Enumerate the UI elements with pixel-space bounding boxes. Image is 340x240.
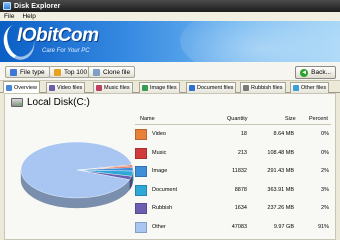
list-item[interactable]: Video 18 8.64 MB 0% [135, 127, 331, 142]
back-arrow-icon: ◄ [300, 68, 309, 77]
other-files-icon [293, 85, 299, 91]
title-bar[interactable]: Disk Explorer [0, 0, 340, 12]
list-item[interactable]: Music 213 108.48 MB 0% [135, 146, 331, 161]
list-item[interactable]: Other 47083 9.97 GB 91% [135, 220, 331, 235]
logo: IObitCom [17, 25, 99, 46]
tab-label: Rubbish files [251, 85, 283, 91]
category-name: Rubbish [152, 205, 173, 211]
category-name: Video [152, 131, 166, 137]
category-quantity: 213 [237, 149, 247, 156]
top-100-button[interactable]: Top 100 [49, 66, 93, 78]
video-files-icon [49, 85, 55, 91]
category-name: Document [152, 186, 178, 193]
tab-label: Other files [301, 85, 327, 91]
menu-file[interactable]: File [4, 13, 14, 20]
category-percent: 3% [321, 186, 329, 193]
rubbish-files-icon [243, 85, 249, 91]
category-color-swatch [135, 166, 147, 177]
category-quantity: 18 [240, 131, 247, 137]
tab-label: Video files [57, 85, 83, 91]
tab-video-files[interactable]: Video files [46, 82, 86, 93]
col-name[interactable]: Name [140, 116, 155, 122]
category-quantity: 47083 [231, 223, 247, 230]
col-quantity[interactable]: Quantity [227, 116, 247, 122]
banner: IObitCom Care For Your PC [0, 21, 340, 62]
window-title: Disk Explorer [14, 2, 61, 10]
clone-file-button[interactable]: Clone file [88, 66, 136, 78]
disk-explorer-window: Disk Explorer File Help IObitCom Care Fo… [0, 0, 340, 240]
banner-wave [180, 21, 340, 62]
category-size: 237.26 MB [267, 205, 294, 211]
app-icon [3, 2, 11, 10]
disk-header: Local Disk(C:) [11, 97, 90, 108]
category-name: Music [152, 149, 167, 156]
category-size: 8.64 MB [273, 131, 294, 137]
list-item[interactable]: Image 11832 291.43 MB 2% [135, 164, 331, 179]
header-divider [135, 124, 331, 125]
file-type-icon [10, 68, 17, 76]
category-percent: 2% [321, 205, 329, 211]
category-size: 9.97 GB [273, 223, 294, 230]
file-type-label: File type [20, 68, 45, 76]
hard-disk-icon [11, 98, 23, 107]
toolbar: File type Top 100 Clone file ◄ Back... [0, 62, 340, 81]
file-type-button[interactable]: File type [5, 66, 50, 78]
tab-rubbish-files[interactable]: Rubbish files [240, 82, 286, 93]
category-size: 291.43 MB [267, 168, 294, 174]
category-percent: 0% [321, 149, 329, 156]
category-color-swatch [135, 147, 147, 159]
category-name: Other [152, 223, 166, 230]
tab-label: Image files [150, 85, 177, 91]
back-button[interactable]: ◄ Back... [295, 66, 336, 79]
category-quantity: 1634 [234, 205, 247, 211]
tab-document-files[interactable]: Document files [186, 82, 237, 93]
list-item[interactable]: Document 8878 363.91 MB 3% [135, 183, 331, 198]
category-color-swatch [135, 221, 147, 233]
category-color-swatch [135, 184, 147, 196]
tab-other-files[interactable]: Other files [290, 82, 330, 93]
top-100-label: Top 100 [64, 68, 88, 76]
category-size: 108.48 MB [267, 149, 294, 156]
tab-label: Music files [104, 85, 130, 91]
clone-file-label: Clone file [103, 68, 131, 76]
clone-file-icon [93, 68, 100, 76]
col-percent[interactable]: Percent [309, 116, 328, 122]
top-100-icon [54, 68, 61, 76]
tagline: Care For Your PC [42, 48, 90, 54]
disk-title: Local Disk(C:) [27, 97, 90, 108]
category-color-swatch [135, 203, 147, 214]
category-name: Image [152, 168, 168, 174]
tab-label: Document files [197, 85, 234, 91]
back-label: Back... [311, 69, 331, 76]
category-quantity: 11832 [232, 168, 247, 174]
menu-bar: File Help [0, 12, 340, 21]
overview-icon [6, 84, 12, 91]
image-files-icon [142, 85, 148, 91]
document-files-icon [189, 85, 195, 91]
category-quantity: 8878 [234, 186, 247, 193]
menu-help[interactable]: Help [22, 13, 35, 20]
category-size: 363.91 MB [267, 186, 294, 193]
tab-label: Overview [14, 84, 37, 91]
col-size[interactable]: Size [285, 116, 296, 122]
list-header: Name Quantity Size Percent [135, 116, 331, 125]
music-files-icon [96, 85, 102, 91]
list-item[interactable]: Rubbish 1634 237.26 MB 2% [135, 201, 331, 216]
category-percent: 0% [321, 131, 329, 137]
tab-image-files[interactable]: Image files [139, 82, 180, 93]
category-percent: 2% [321, 168, 329, 174]
tab-music-files[interactable]: Music files [93, 82, 133, 93]
tab-strip: Overview Video files Music files Image f… [0, 81, 340, 93]
category-color-swatch [135, 129, 147, 140]
tab-overview[interactable]: Overview [3, 81, 40, 93]
category-percent: 91% [317, 223, 329, 230]
usage-pie-chart [20, 141, 134, 209]
overview-panel: Local Disk(C:) Name Quantity Size Percen… [4, 93, 336, 240]
